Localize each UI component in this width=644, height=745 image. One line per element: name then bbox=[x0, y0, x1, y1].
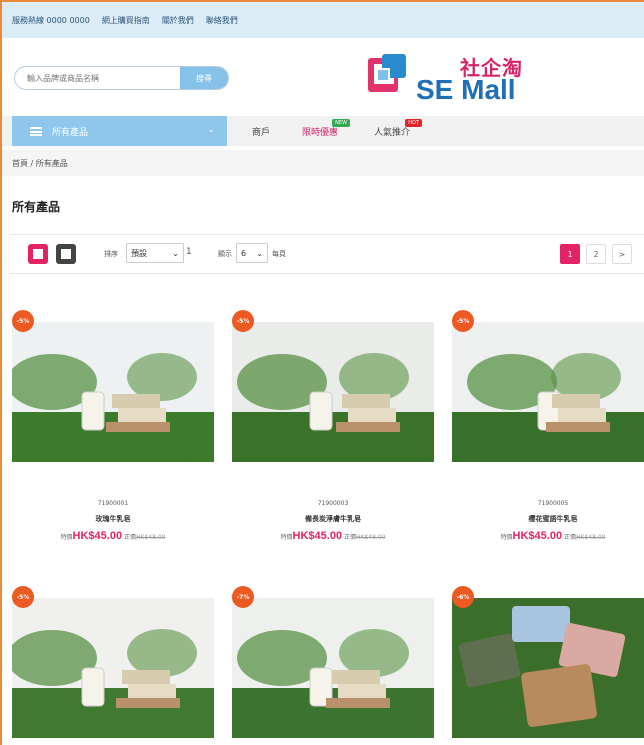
product-card[interactable]: -5% 71900001 玫瑰牛乳皂 特價HK$45.00 正價HK$48.00 bbox=[12, 310, 214, 550]
listing-toolbar: 排序 預設 ⌄ 1 顯示 6 ⌄ 每頁 1 2 > bbox=[10, 234, 644, 274]
product-price: 特價HK$45.00 正價HK$48.00 bbox=[452, 530, 644, 542]
product-price: 特價HK$45.00 正價HK$48.00 bbox=[232, 530, 434, 542]
product-code: 71900001 bbox=[97, 500, 129, 507]
product-name[interactable]: 玫瑰牛乳皂 bbox=[12, 514, 214, 524]
next-page-button[interactable]: > bbox=[612, 244, 632, 264]
page-button-1[interactable]: 1 bbox=[560, 244, 580, 264]
topbar-contact[interactable]: 聯絡我們 bbox=[206, 15, 238, 26]
product-card[interactable]: -6% bbox=[452, 586, 644, 745]
product-image[interactable] bbox=[12, 322, 214, 462]
sort-select-value: 預設 bbox=[131, 248, 147, 258]
product-photo bbox=[452, 322, 644, 462]
sale-price: HK$45.00 bbox=[72, 530, 123, 542]
new-badge: NEW bbox=[332, 119, 351, 127]
top-info-bar: 服務熱線 0000 0000 網上購買指南 關於我們 聯絡我們 bbox=[2, 2, 644, 38]
discount-badge: -5% bbox=[12, 586, 34, 608]
product-image[interactable] bbox=[232, 598, 434, 738]
search-bar: 搜尋 bbox=[14, 66, 229, 90]
category-menu-label: 所有產品 bbox=[52, 127, 89, 138]
orig-label: 正價 bbox=[344, 534, 357, 541]
product-card[interactable]: -7% bbox=[232, 586, 434, 745]
nav-limited-offer[interactable]: 限時優惠 NEW bbox=[302, 119, 351, 138]
nav-popular-label: 人氣推介 bbox=[374, 128, 411, 138]
product-name[interactable]: 備長炭淨膚牛乳皂 bbox=[232, 514, 434, 524]
discount-badge: -7% bbox=[232, 586, 254, 608]
page-button-2[interactable]: 2 bbox=[586, 244, 606, 264]
original-price: HK$48.00 bbox=[576, 534, 606, 541]
search-input[interactable] bbox=[15, 67, 180, 89]
nav-limited-offer-label: 限時優惠 bbox=[302, 128, 339, 138]
product-photo bbox=[12, 598, 214, 738]
per-page-value: 6 bbox=[241, 248, 247, 258]
page-title: 所有產品 bbox=[12, 200, 61, 214]
product-image[interactable] bbox=[452, 598, 644, 738]
logo-english-text: SE Mall bbox=[416, 74, 516, 105]
per-page-suffix: 每頁 bbox=[272, 250, 286, 258]
hot-badge: HOT bbox=[405, 119, 423, 127]
topbar-guide[interactable]: 網上購買指南 bbox=[102, 15, 150, 26]
product-code: 71900003 bbox=[317, 500, 349, 507]
product-photo bbox=[12, 322, 214, 462]
original-price: HK$48.00 bbox=[356, 534, 386, 541]
original-price: HK$48.00 bbox=[136, 534, 166, 541]
price-label: 特價 bbox=[280, 534, 293, 541]
discount-badge: -5% bbox=[232, 310, 254, 332]
topbar-hotline[interactable]: 服務熱線 0000 0000 bbox=[12, 15, 90, 26]
price-label: 特價 bbox=[500, 534, 513, 541]
product-photo bbox=[232, 322, 434, 462]
site-header: 搜尋 社企淘 SE Mall bbox=[2, 38, 644, 116]
product-price: 特價HK$45.00 正價HK$48.00 bbox=[12, 530, 214, 542]
list-view-icon bbox=[61, 249, 71, 259]
logo-icon bbox=[368, 54, 406, 92]
page-display: 1 bbox=[186, 247, 192, 257]
chevron-down-icon: ⌄ bbox=[207, 125, 215, 135]
chevron-down-icon: ⌄ bbox=[172, 248, 179, 258]
product-image[interactable] bbox=[12, 598, 214, 738]
sale-price: HK$45.00 bbox=[512, 530, 563, 542]
discount-badge: -5% bbox=[452, 310, 474, 332]
product-image[interactable] bbox=[232, 322, 434, 462]
per-page-select[interactable]: 6 ⌄ bbox=[236, 243, 268, 263]
topbar-about[interactable]: 關於我們 bbox=[162, 15, 194, 26]
search-button[interactable]: 搜尋 bbox=[180, 67, 228, 89]
product-code: 71900005 bbox=[537, 500, 569, 507]
menu-icon bbox=[30, 126, 42, 136]
se-mall-logo[interactable]: 社企淘 SE Mall bbox=[364, 48, 534, 108]
price-label: 特價 bbox=[60, 534, 73, 541]
discount-badge: -5% bbox=[12, 310, 34, 332]
product-name[interactable]: 櫻花蜜語牛乳皂 bbox=[452, 514, 644, 524]
orig-label: 正價 bbox=[124, 534, 137, 541]
sort-label: 排序 bbox=[104, 250, 118, 258]
nav-merchants-label: 商戶 bbox=[252, 128, 271, 138]
main-nav: 所有產品 ⌄ 商戶 限時優惠 NEW 人氣推介 HOT bbox=[2, 116, 644, 146]
breadcrumb[interactable]: 首頁 / 所有產品 bbox=[2, 150, 644, 176]
sale-price: HK$45.00 bbox=[292, 530, 343, 542]
product-card[interactable]: -5% 71900005 櫻花蜜語牛乳皂 特價HK$45.00 正價HK$48.… bbox=[452, 310, 644, 550]
sort-select[interactable]: 預設 ⌄ bbox=[126, 243, 184, 263]
show-label: 顯示 bbox=[218, 250, 232, 258]
product-card[interactable]: -5% 71900003 備長炭淨膚牛乳皂 特價HK$45.00 正價HK$48… bbox=[232, 310, 434, 550]
chevron-down-icon: ⌄ bbox=[256, 248, 263, 258]
nav-merchants[interactable]: 商戶 bbox=[252, 125, 270, 138]
product-photo bbox=[452, 598, 644, 738]
grid-view-button[interactable] bbox=[28, 244, 48, 264]
grid-view-icon bbox=[33, 249, 43, 259]
product-photo bbox=[232, 598, 434, 738]
list-view-button[interactable] bbox=[56, 244, 76, 264]
product-card[interactable]: -5% bbox=[12, 586, 214, 745]
category-menu-button[interactable]: 所有產品 ⌄ bbox=[12, 116, 227, 146]
product-image[interactable] bbox=[452, 322, 644, 462]
orig-label: 正價 bbox=[564, 534, 577, 541]
discount-badge: -6% bbox=[452, 586, 474, 608]
nav-popular[interactable]: 人氣推介 HOT bbox=[374, 119, 423, 138]
